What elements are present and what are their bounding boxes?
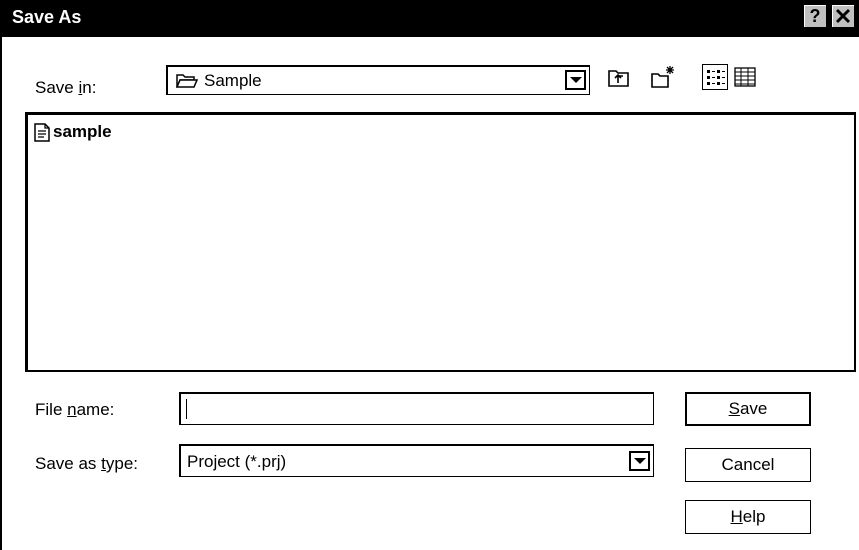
- save-as-type-label: Save as type:: [35, 454, 139, 473]
- file-name-input[interactable]: [179, 392, 654, 425]
- save-as-type-dropdown-button[interactable]: [629, 451, 650, 471]
- up-one-level-button[interactable]: [606, 64, 632, 90]
- cancel-button[interactable]: Cancel: [685, 448, 811, 482]
- file-list[interactable]: sample: [25, 112, 856, 372]
- up-one-level-icon: [608, 70, 629, 87]
- help-button[interactable]: Help: [685, 500, 811, 534]
- window-title: Save As: [12, 7, 82, 27]
- list-item[interactable]: sample: [34, 121, 112, 143]
- save-in-dropdown-button[interactable]: [565, 70, 586, 90]
- help-title-button[interactable]: ?: [803, 4, 827, 28]
- title-bar: Save As ?: [2, 0, 859, 37]
- save-in-combobox[interactable]: Sample: [166, 65, 590, 95]
- new-folder-button[interactable]: [650, 64, 676, 90]
- file-name-label: File name:: [35, 400, 115, 419]
- text-caret: [186, 399, 187, 419]
- save-as-dialog: Save As ? Save in: Sample sample File na…: [0, 0, 859, 550]
- close-button[interactable]: [831, 4, 855, 28]
- list-view-icon: [707, 70, 725, 85]
- close-icon: [835, 8, 851, 24]
- save-as-type-value: Project (*.prj): [187, 452, 287, 471]
- open-folder-icon: [176, 74, 198, 88]
- save-as-type-combobox[interactable]: Project (*.prj): [179, 444, 654, 477]
- document-icon: [34, 122, 50, 142]
- new-folder-icon: [651, 66, 674, 88]
- save-in-value: Sample: [204, 71, 262, 90]
- list-view-button[interactable]: [702, 64, 728, 90]
- details-view-icon: [734, 67, 756, 87]
- details-view-button[interactable]: [732, 64, 758, 90]
- save-button[interactable]: Save: [685, 392, 811, 426]
- file-name-label: sample: [53, 122, 112, 141]
- save-in-label: Save in:: [35, 78, 97, 97]
